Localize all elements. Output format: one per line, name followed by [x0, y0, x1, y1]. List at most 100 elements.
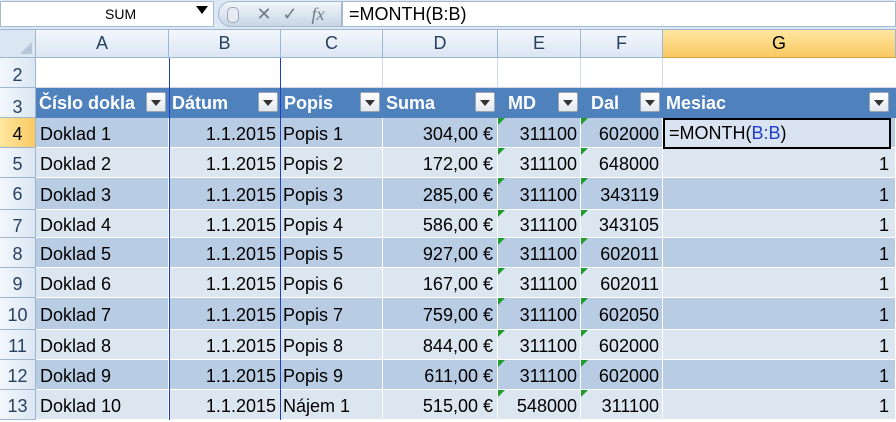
cell-popis[interactable]: Popis 1 [281, 118, 383, 148]
row-header-8[interactable]: 8 [0, 238, 36, 268]
cell-datum[interactable]: 1.1.2015 [169, 360, 281, 390]
cell-datum[interactable]: 1.1.2015 [169, 210, 281, 238]
table-header-cislo-dokladu[interactable]: Číslo dokla [36, 88, 169, 118]
row-header-6[interactable]: 6 [0, 178, 36, 210]
cell-datum[interactable]: 1.1.2015 [169, 118, 281, 148]
cell-popis[interactable]: Popis 9 [281, 360, 383, 390]
row-header-13[interactable]: 13 [0, 390, 36, 420]
cell-cislo-dokladu[interactable]: Doklad 6 [36, 268, 169, 298]
filter-dropdown-icon[interactable] [360, 92, 380, 112]
cell-popis[interactable]: Popis 7 [281, 298, 383, 330]
enter-icon[interactable]: ✓ [279, 2, 301, 26]
row-header-11[interactable]: 11 [0, 330, 36, 360]
cell-suma[interactable]: 611,00 € [383, 360, 498, 390]
cell-md[interactable]: 311100 [498, 210, 581, 238]
cell-popis[interactable]: Popis 8 [281, 330, 383, 360]
cell-suma[interactable]: 304,00 € [383, 118, 498, 148]
filter-dropdown-icon[interactable] [146, 92, 166, 112]
cell-cislo-dokladu[interactable]: Doklad 1 [36, 118, 169, 148]
cell-popis[interactable]: Popis 2 [281, 148, 383, 178]
row-header-9[interactable]: 9 [0, 268, 36, 298]
cell-cislo-dokladu[interactable]: Doklad 4 [36, 210, 169, 238]
filter-dropdown-icon[interactable] [869, 92, 889, 112]
cell-md[interactable]: 311100 [498, 238, 581, 268]
cell-dal[interactable]: 602011 [581, 238, 663, 268]
formula-input[interactable]: =MONTH(B:B) [342, 1, 896, 27]
cell-dal[interactable]: 343105 [581, 210, 663, 238]
row-header-10[interactable]: 10 [0, 298, 36, 330]
cell-mesiac[interactable]: 1 [663, 298, 896, 330]
cell-popis[interactable]: Popis 6 [281, 268, 383, 298]
cell-md[interactable]: 311100 [498, 330, 581, 360]
cell-md[interactable]: 311100 [498, 360, 581, 390]
table-header-suma[interactable]: Suma [383, 88, 498, 118]
cell-dal[interactable]: 311100 [581, 390, 663, 420]
cell-cislo-dokladu[interactable]: Doklad 8 [36, 330, 169, 360]
cell-suma[interactable]: 759,00 € [383, 298, 498, 330]
row-header-2[interactable]: 2 [0, 58, 36, 88]
table-header-mesiac[interactable]: Mesiac [663, 88, 896, 118]
table-header-popis[interactable]: Popis [281, 88, 383, 118]
cell-suma[interactable]: 844,00 € [383, 330, 498, 360]
cell-suma[interactable]: 515,00 € [383, 390, 498, 420]
cell-suma[interactable]: 172,00 € [383, 148, 498, 178]
cell-dal[interactable]: 602000 [581, 118, 663, 148]
column-header-b[interactable]: B [169, 30, 281, 58]
cell-md[interactable]: 311100 [498, 178, 581, 210]
cell-mesiac[interactable]: 1 [663, 390, 896, 420]
cell-md[interactable]: 548000 [498, 390, 581, 420]
cell-dal[interactable]: 602000 [581, 360, 663, 390]
row-header-4[interactable]: 4 [0, 118, 36, 148]
cell-popis[interactable]: Popis 3 [281, 178, 383, 210]
cell-cislo-dokladu[interactable]: Doklad 2 [36, 148, 169, 178]
cell-suma[interactable]: 285,00 € [383, 178, 498, 210]
cell-datum[interactable]: 1.1.2015 [169, 178, 281, 210]
insert-function-icon[interactable]: fx [307, 2, 329, 26]
column-header-e[interactable]: E [498, 30, 581, 58]
table-header-datum[interactable]: Dátum [169, 88, 281, 118]
cell-mesiac[interactable]: 1 [663, 330, 896, 360]
cell-mesiac[interactable]: 1 [663, 210, 896, 238]
filter-dropdown-icon[interactable] [558, 92, 578, 112]
filter-dropdown-icon[interactable] [258, 92, 278, 112]
cell-dal[interactable]: 343119 [581, 178, 663, 210]
resize-handle-icon[interactable] [227, 7, 239, 23]
filter-dropdown-icon[interactable] [475, 92, 495, 112]
cell-popis[interactable]: Nájem 1 [281, 390, 383, 420]
cell-cislo-dokladu[interactable]: Doklad 9 [36, 360, 169, 390]
cell-mesiac[interactable]: 1 [663, 148, 896, 178]
row-header-3[interactable]: 3 [0, 88, 36, 118]
cell-datum[interactable]: 1.1.2015 [169, 148, 281, 178]
cell-md[interactable]: 311100 [498, 148, 581, 178]
cell-suma[interactable]: 586,00 € [383, 210, 498, 238]
cell-md[interactable]: 311100 [498, 118, 581, 148]
column-header-a[interactable]: A [36, 30, 169, 58]
column-header-c[interactable]: C [281, 30, 383, 58]
cell-datum[interactable]: 1.1.2015 [169, 390, 281, 420]
cell-suma[interactable]: 167,00 € [383, 268, 498, 298]
row-header-12[interactable]: 12 [0, 360, 36, 390]
filter-dropdown-icon[interactable] [640, 92, 660, 112]
cell-dal[interactable]: 602000 [581, 330, 663, 360]
cell-mesiac[interactable]: 1 [663, 360, 896, 390]
cell-mesiac[interactable]: 1 [663, 268, 896, 298]
column-header-d[interactable]: D [383, 30, 498, 58]
cell-datum[interactable]: 1.1.2015 [169, 330, 281, 360]
table-header-dal[interactable]: Dal [581, 88, 663, 118]
cell-dal[interactable]: 602050 [581, 298, 663, 330]
name-box-dropdown-icon[interactable] [196, 6, 208, 14]
column-header-g[interactable]: G [663, 30, 896, 58]
cancel-icon[interactable]: ✕ [253, 2, 275, 26]
cell-cislo-dokladu[interactable]: Doklad 10 [36, 390, 169, 420]
row-header-5[interactable]: 5 [0, 148, 36, 178]
cell-popis[interactable]: Popis 5 [281, 238, 383, 268]
cell-md[interactable]: 311100 [498, 298, 581, 330]
cell-mesiac[interactable]: 1 [663, 178, 896, 210]
cell-dal[interactable]: 602011 [581, 268, 663, 298]
active-cell-g4[interactable]: =MONTH(B:B) [663, 118, 891, 149]
table-header-md[interactable]: MD [498, 88, 581, 118]
cell-datum[interactable]: 1.1.2015 [169, 238, 281, 268]
name-box[interactable]: SUM [0, 1, 214, 27]
cell-suma[interactable]: 927,00 € [383, 238, 498, 268]
cell-cislo-dokladu[interactable]: Doklad 7 [36, 298, 169, 330]
